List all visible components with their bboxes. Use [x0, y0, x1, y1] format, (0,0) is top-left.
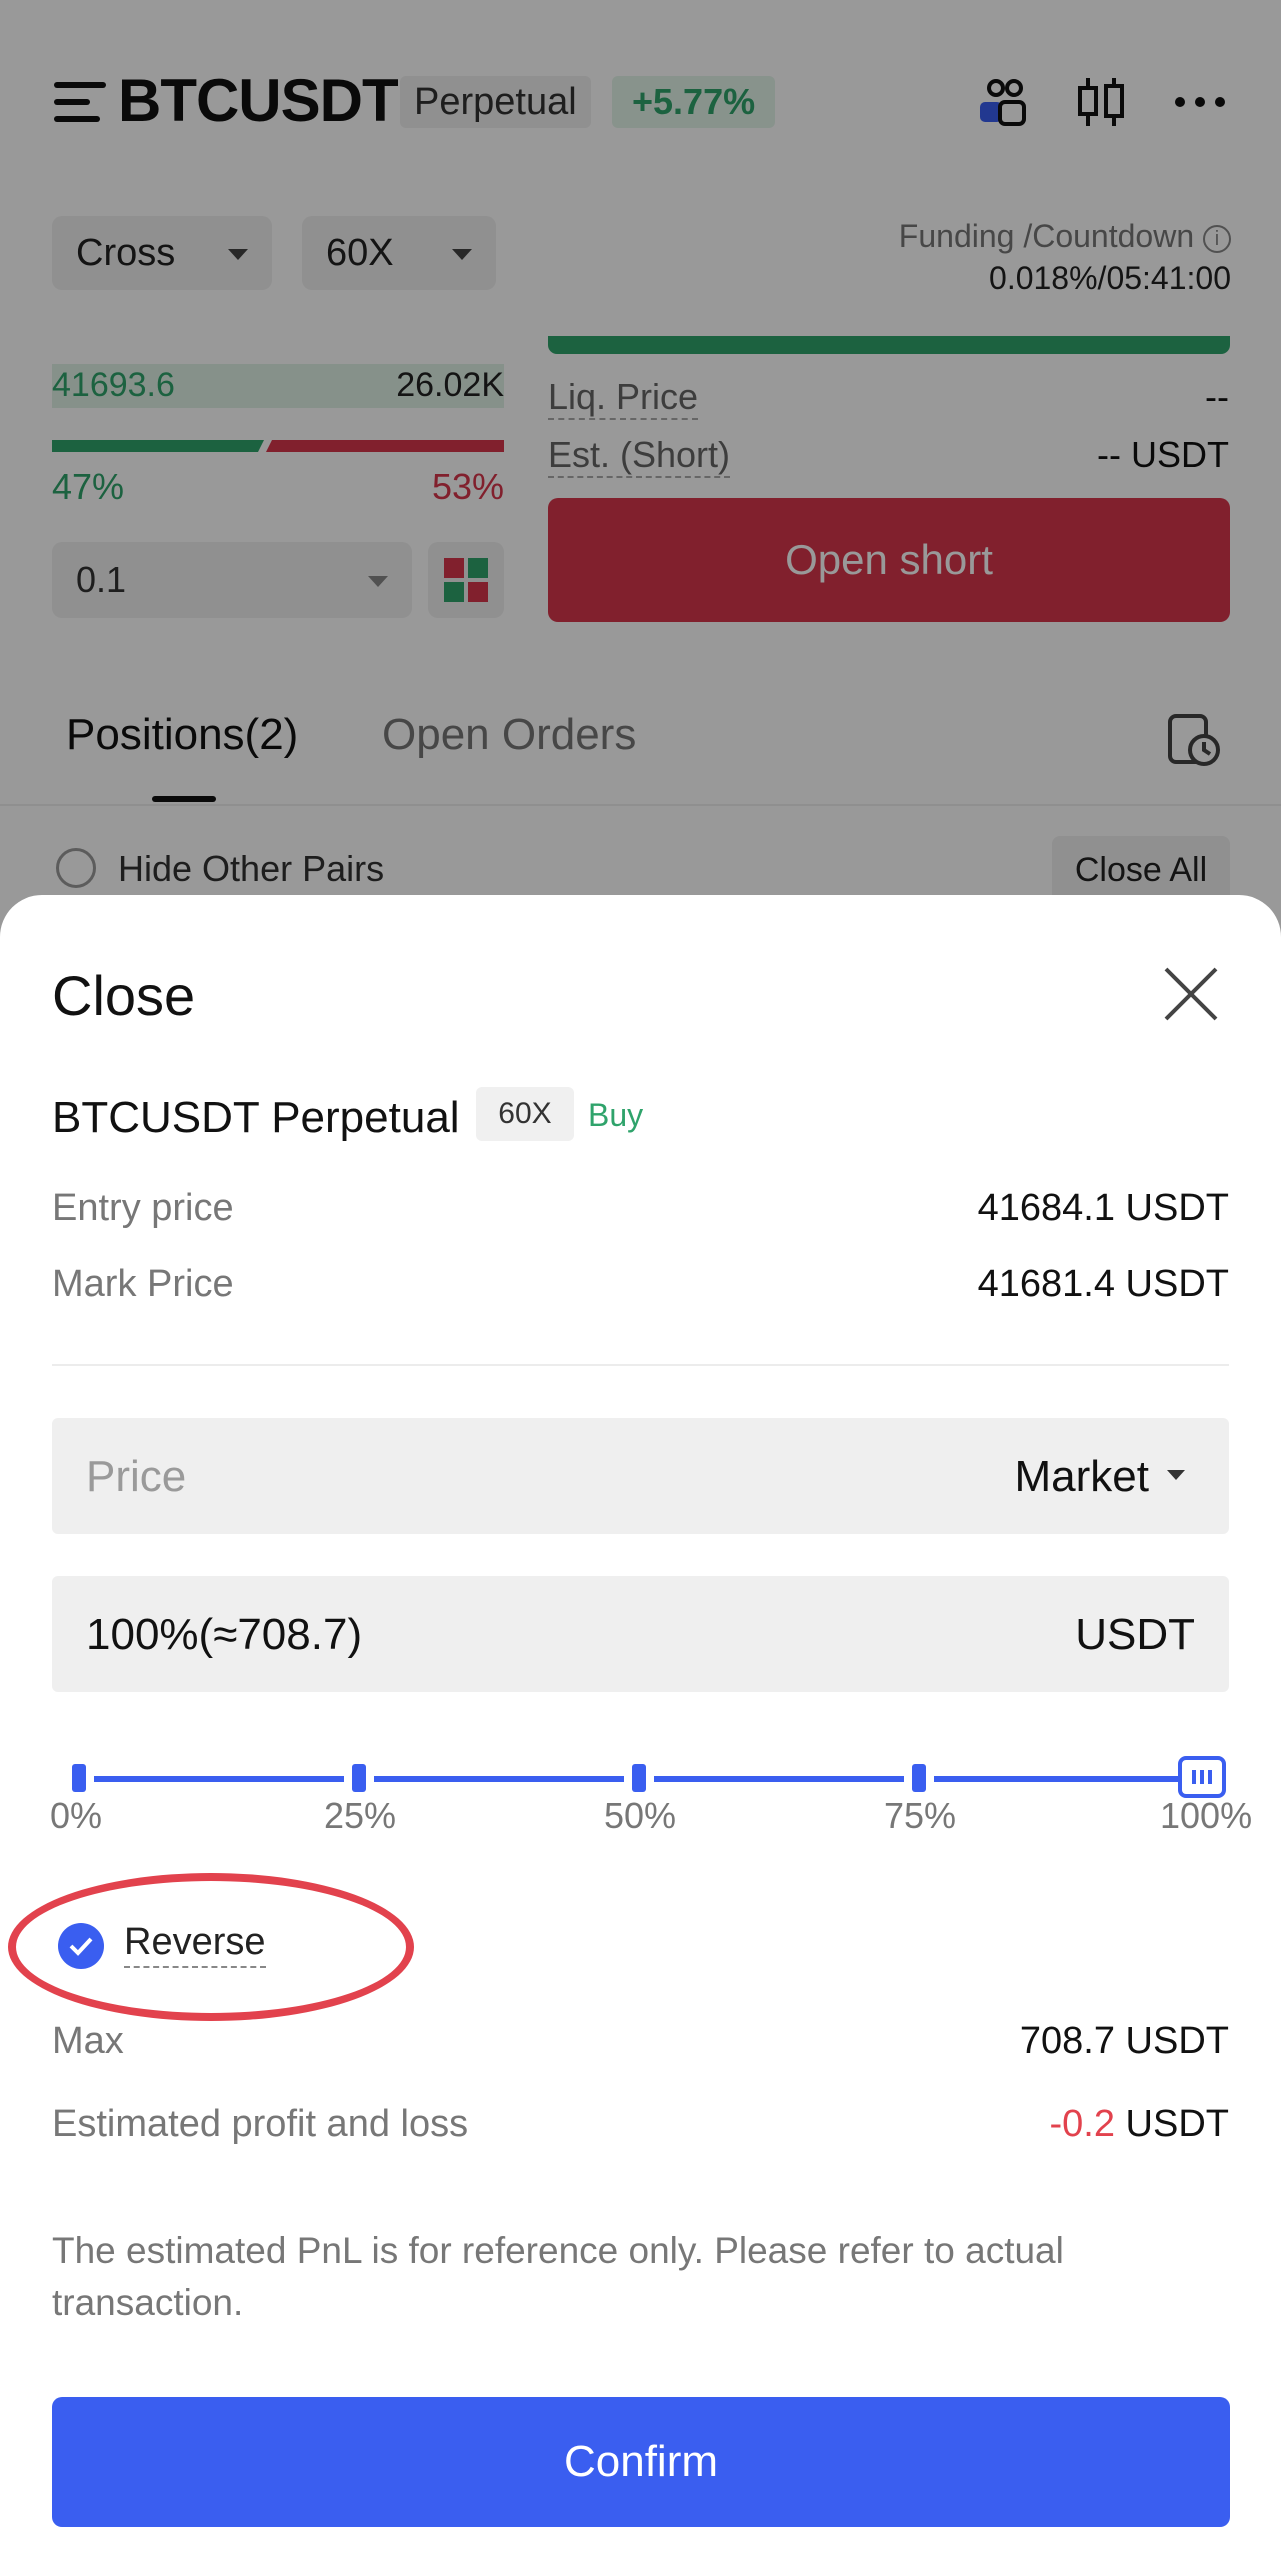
highlight-annotation	[8, 1873, 414, 2021]
leverage-tag: 60X	[476, 1087, 574, 1141]
price-placeholder: Price	[86, 1452, 187, 1501]
pnl-unit: USDT	[1125, 2103, 1229, 2145]
pnl-value: -0.2	[1049, 2103, 1115, 2145]
position-side: Buy	[588, 1097, 644, 1133]
divider	[52, 1364, 1229, 1366]
entry-price-label: Entry price	[52, 1187, 234, 1229]
slider-label-0: 0%	[50, 1795, 103, 1836]
slider-stop-75[interactable]	[912, 1764, 926, 1792]
amount-value: 100%(≈708.7)	[86, 1610, 363, 1659]
slider-track	[94, 1776, 344, 1782]
slider-label-50: 50%	[604, 1795, 677, 1836]
slider-thumb[interactable]	[1178, 1756, 1226, 1798]
slider-track	[374, 1776, 624, 1782]
pnl-value-row: -0.2 USDT	[1050, 2103, 1230, 2146]
confirm-button[interactable]: Confirm	[52, 2397, 1230, 2527]
price-type-select[interactable]: Market	[1015, 1452, 1149, 1502]
slider-track	[934, 1776, 1178, 1782]
slider-stop-50[interactable]	[632, 1764, 646, 1792]
mark-price-label: Mark Price	[52, 1263, 234, 1305]
pnl-disclaimer: The estimated PnL is for reference only.…	[52, 2230, 1064, 2323]
amount-unit: USDT	[1075, 1610, 1195, 1659]
entry-price-value: 41684.1 USDT	[977, 1187, 1229, 1229]
close-icon[interactable]	[1162, 965, 1220, 1023]
slider-label-75: 75%	[884, 1795, 957, 1836]
slider-label-25: 25%	[324, 1795, 397, 1836]
slider-track	[654, 1776, 904, 1782]
slider-label-100: 100%	[1160, 1795, 1253, 1836]
pnl-label: Estimated profit and loss	[52, 2103, 469, 2145]
max-value: 708.7 USDT	[1019, 2020, 1229, 2062]
sheet-title: Close	[52, 964, 196, 1027]
position-name: BTCUSDT Perpetual	[52, 1093, 460, 1142]
mark-price-value: 41681.4 USDT	[977, 1263, 1229, 1305]
max-label: Max	[52, 2020, 124, 2062]
slider-stop-0[interactable]	[72, 1764, 86, 1792]
price-field[interactable]: Price Market	[52, 1418, 1229, 1534]
amount-field[interactable]: 100%(≈708.7) USDT	[52, 1576, 1229, 1692]
chevron-down-icon	[1167, 1470, 1185, 1480]
slider-stop-25[interactable]	[352, 1764, 366, 1792]
close-position-sheet: Close BTCUSDT Perpetual 60X Buy Entry pr…	[0, 895, 1281, 2574]
